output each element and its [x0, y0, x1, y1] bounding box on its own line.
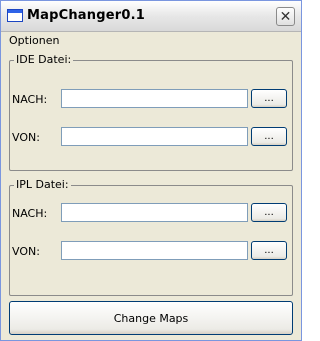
- ipl-nach-browse-button[interactable]: ...: [251, 203, 287, 222]
- app-window: MapChanger0.1 ✕ Optionen IDE Datei: NACH…: [0, 0, 302, 341]
- ipl-nach-input[interactable]: [61, 203, 248, 222]
- menu-bar: Optionen: [1, 32, 301, 50]
- ipl-von-browse-button[interactable]: ...: [251, 241, 287, 260]
- ide-file-group: IDE Datei:: [9, 53, 293, 171]
- ide-nach-label: NACH:: [12, 93, 48, 106]
- close-button[interactable]: ✕: [276, 7, 295, 26]
- ipl-group-legend: IPL Datei:: [14, 178, 71, 191]
- ide-von-label: VON:: [12, 131, 40, 144]
- window-title: MapChanger0.1: [27, 8, 146, 23]
- close-icon: ✕: [279, 8, 292, 25]
- ide-von-input[interactable]: [61, 127, 248, 146]
- menu-item-optionen[interactable]: Optionen: [9, 34, 59, 47]
- window-icon: [7, 9, 23, 22]
- ide-nach-input[interactable]: [61, 89, 248, 108]
- ipl-nach-label: NACH:: [12, 207, 48, 220]
- ide-von-browse-button[interactable]: ...: [251, 127, 287, 146]
- title-bar[interactable]: MapChanger0.1 ✕: [1, 1, 301, 32]
- ide-nach-browse-button[interactable]: ...: [251, 89, 287, 108]
- ipl-von-label: VON:: [12, 245, 40, 258]
- change-maps-button[interactable]: Change Maps: [9, 301, 293, 335]
- ipl-von-input[interactable]: [61, 241, 248, 260]
- ide-group-legend: IDE Datei:: [14, 53, 74, 66]
